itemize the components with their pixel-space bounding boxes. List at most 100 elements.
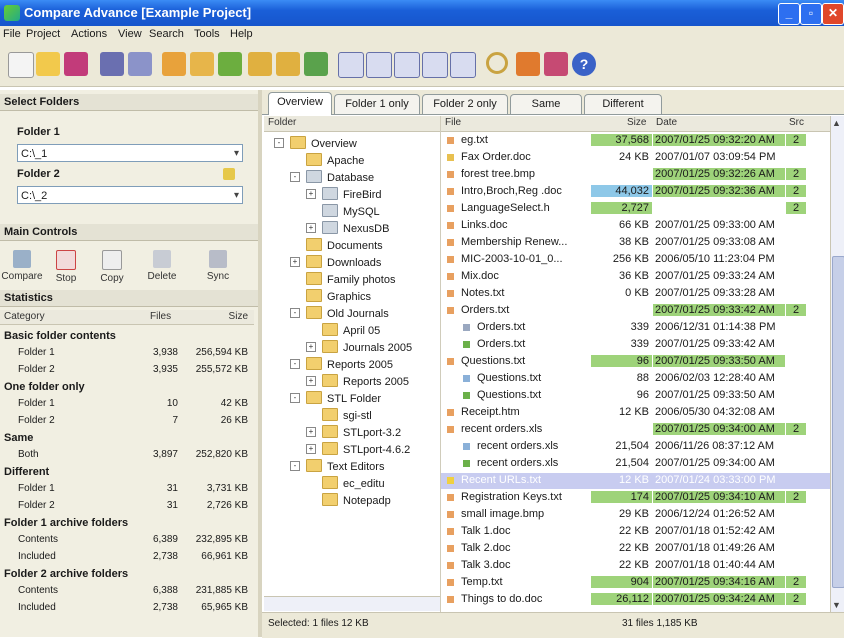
file-row[interactable]: Orders.txt 339 2006/12/31 01:14:38 PM: [441, 320, 830, 336]
expand-icon[interactable]: +: [306, 342, 316, 352]
collapse-icon[interactable]: -: [290, 172, 300, 182]
expand-icon[interactable]: +: [306, 376, 316, 386]
file-list-vertical-scrollbar[interactable]: ▲ ▼: [830, 116, 844, 612]
search-icon[interactable]: [486, 52, 508, 74]
chevron-down-icon[interactable]: ▾: [234, 145, 239, 163]
file-row[interactable]: Receipt.htm 12 KB 2006/05/30 04:32:08 AM: [441, 405, 830, 421]
col-src[interactable]: Src: [789, 117, 804, 128]
tree-node[interactable]: + STLport-4.6.2: [306, 442, 410, 457]
collapse-icon[interactable]: -: [290, 359, 300, 369]
tab-overview[interactable]: Overview: [268, 92, 332, 115]
tree-node[interactable]: - Reports 2005: [290, 357, 393, 372]
merge-icon[interactable]: [304, 52, 328, 76]
tree-node[interactable]: ec_editu: [322, 476, 385, 491]
menu-help[interactable]: Help: [230, 28, 253, 40]
tree-node[interactable]: + STLport-3.2: [306, 425, 401, 440]
tree-node[interactable]: + Journals 2005: [306, 340, 412, 355]
file-row[interactable]: small image.bmp 29 KB 2006/12/24 01:26:52 …: [441, 507, 830, 523]
bookmark-icon[interactable]: [544, 52, 568, 76]
file-row[interactable]: Things to do.doc 26,112 2007/01/25 09:34:2…: [441, 592, 830, 608]
file-row[interactable]: LanguageSelect.h 2,727 2: [441, 201, 830, 217]
menu-file[interactable]: File: [3, 28, 21, 40]
col-date[interactable]: Date: [656, 117, 677, 128]
sync-button[interactable]: Sync: [196, 250, 240, 282]
tree-node[interactable]: Graphics: [306, 289, 371, 304]
help-icon[interactable]: ?: [572, 52, 596, 76]
tree-node[interactable]: Family photos: [306, 272, 395, 287]
save-icon[interactable]: [64, 52, 88, 76]
expand-icon[interactable]: +: [306, 223, 316, 233]
file-row[interactable]: forest tree.bmp 2007/01/25 09:32:26 AM 2: [441, 167, 830, 183]
col-file[interactable]: File: [445, 117, 461, 128]
grid-icon[interactable]: [450, 52, 476, 78]
file-row[interactable]: Fax Order.doc 24 KB 2007/01/07 03:09:54 PM: [441, 150, 830, 166]
collapse-icon[interactable]: -: [290, 308, 300, 318]
open-icon[interactable]: [36, 52, 60, 76]
collapse-icon[interactable]: -: [290, 393, 300, 403]
file-row[interactable]: Questions.txt 88 2006/02/03 12:28:40 AM: [441, 371, 830, 387]
file-row[interactable]: MIC-2003-10-01_0... 256 KB 2006/05/10 11:2…: [441, 252, 830, 268]
tree-icon[interactable]: [422, 52, 448, 78]
scroll-up-icon[interactable]: ▲: [832, 118, 843, 128]
tree-node[interactable]: Documents: [306, 238, 383, 253]
copy-left-icon[interactable]: [248, 52, 272, 76]
menu-view[interactable]: View: [118, 28, 142, 40]
tab-folder2-only[interactable]: Folder 2 only: [422, 94, 508, 114]
compare-button[interactable]: Compare: [0, 250, 44, 282]
file-row[interactable]: Mix.doc 36 KB 2007/01/25 09:33:24 AM: [441, 269, 830, 285]
tree-node[interactable]: - Overview: [274, 136, 357, 151]
stats-col-category[interactable]: Category: [4, 311, 45, 322]
tree-node[interactable]: sgi-stl: [322, 408, 372, 423]
folder1-combo[interactable]: C:\_1 ▾: [17, 144, 243, 162]
tree-node[interactable]: + Reports 2005: [306, 374, 409, 389]
file-row[interactable]: Questions.txt 96 2007/01/25 09:33:50 AM: [441, 388, 830, 404]
chevron-down-icon[interactable]: ▾: [234, 187, 239, 205]
menu-actions[interactable]: Actions: [71, 28, 107, 40]
menu-project[interactable]: Project: [26, 28, 60, 40]
folder2-combo[interactable]: C:\_2 ▾: [17, 186, 243, 204]
file-row[interactable]: recent orders.xls 21,504 2007/01/25 09:34:…: [441, 456, 830, 472]
file-row[interactable]: eg.txt 37,568 2007/01/25 09:32:20 AM 2: [441, 133, 830, 149]
file-row[interactable]: Talk 3.doc 22 KB 2007/01/18 01:40:44 AM: [441, 558, 830, 574]
tree-node[interactable]: MySQL: [322, 204, 380, 219]
tree-node[interactable]: - STL Folder: [290, 391, 381, 406]
file-row[interactable]: Temp.txt 904 2007/01/25 09:34:16 AM 2: [441, 575, 830, 591]
tree-node[interactable]: - Text Editors: [290, 459, 384, 474]
col-size[interactable]: Size: [627, 117, 646, 128]
tools-icon[interactable]: [516, 52, 540, 76]
copy-button[interactable]: Copy: [90, 250, 134, 284]
copy-right-icon[interactable]: [276, 52, 300, 76]
tree-node[interactable]: - Old Journals: [290, 306, 389, 321]
panel-splitter[interactable]: [258, 90, 262, 637]
tab-same[interactable]: Same: [510, 94, 582, 114]
maximize-button[interactable]: ▫: [800, 3, 822, 25]
scroll-thumb[interactable]: [832, 256, 844, 588]
expand-icon[interactable]: +: [306, 427, 316, 437]
collapse-icon[interactable]: -: [290, 461, 300, 471]
collapse-icon[interactable]: -: [274, 138, 284, 148]
expand-icon[interactable]: +: [290, 257, 300, 267]
file-row[interactable]: Orders.txt 2007/01/25 09:33:42 AM 2: [441, 303, 830, 319]
file-row[interactable]: Membership Renew... 38 KB 2007/01/25 09:33…: [441, 235, 830, 251]
minimize-button[interactable]: _: [778, 3, 800, 25]
compare-icon[interactable]: [162, 52, 186, 76]
save-as-icon[interactable]: [100, 52, 124, 76]
expand-icon[interactable]: +: [306, 189, 316, 199]
tree-node[interactable]: Apache: [306, 153, 364, 168]
stop-button[interactable]: Stop: [44, 250, 88, 284]
file-row[interactable]: Orders.txt 339 2007/01/25 09:33:42 AM: [441, 337, 830, 353]
new-icon[interactable]: [8, 52, 34, 78]
stats-col-size[interactable]: Size: [229, 311, 248, 322]
file-row[interactable]: Questions.txt 96 2007/01/25 09:33:50 AM: [441, 354, 830, 370]
list-icon[interactable]: [394, 52, 420, 78]
tab-folder1-only[interactable]: Folder 1 only: [334, 94, 420, 114]
tree-node[interactable]: + FireBird: [306, 187, 382, 202]
tree-node[interactable]: + Downloads: [290, 255, 381, 270]
sync-icon[interactable]: [190, 52, 214, 76]
scroll-down-icon[interactable]: ▼: [832, 600, 843, 610]
close-button[interactable]: ✕: [822, 3, 844, 25]
file-row[interactable]: recent orders.xls 21,504 2006/11/26 08:37:…: [441, 439, 830, 455]
file-row[interactable]: Talk 1.doc 22 KB 2007/01/18 01:52:42 AM: [441, 524, 830, 540]
tree-node[interactable]: + NexusDB: [306, 221, 389, 236]
expand-icon[interactable]: +: [306, 444, 316, 454]
